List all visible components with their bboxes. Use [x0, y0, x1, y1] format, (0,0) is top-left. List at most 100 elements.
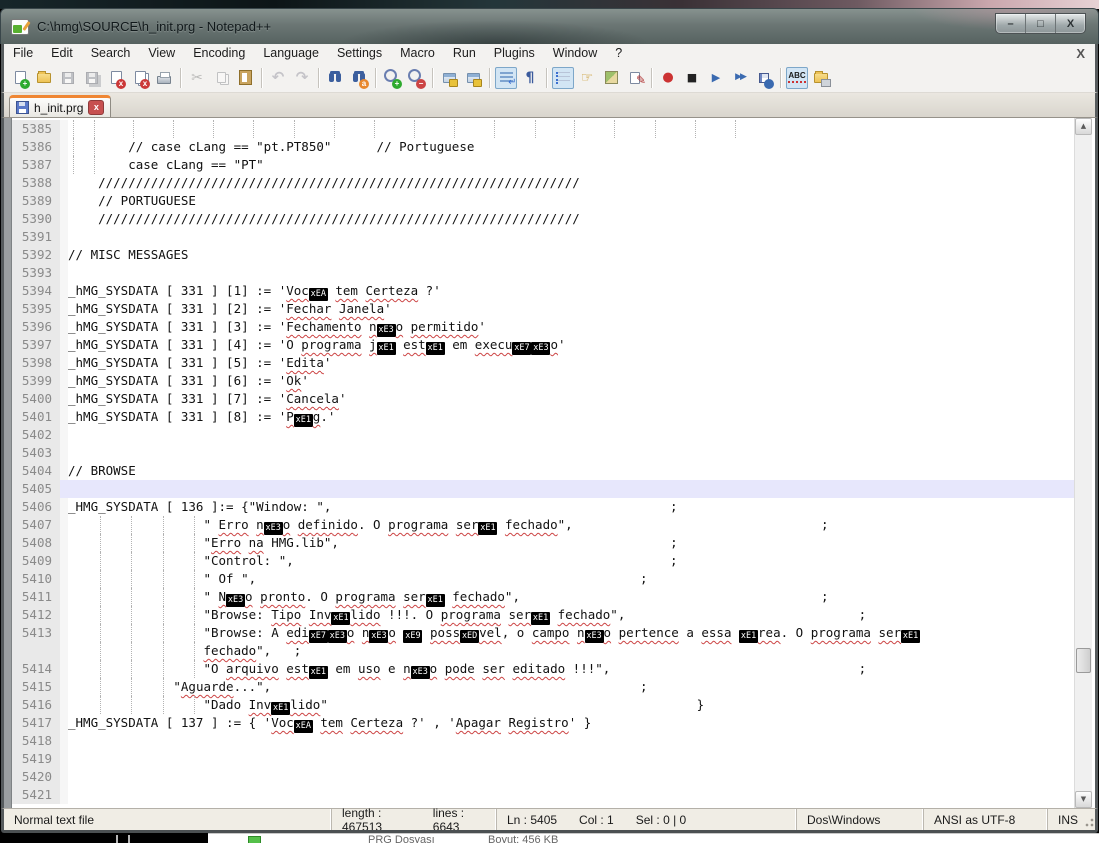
save-all-icon[interactable] [81, 67, 103, 89]
sync-vertical-scroll-icon[interactable] [438, 67, 460, 89]
red-pen-document-icon[interactable]: ✎ [624, 67, 646, 89]
close-button[interactable]: X [1056, 14, 1085, 33]
code-line-text[interactable]: ////////////////////////////////////////… [68, 174, 1078, 192]
code-row[interactable]: 5417_HMG_SYSDATA [ 137 ] := { 'VocxEA te… [12, 714, 1078, 732]
code-line-text[interactable]: "Browse: Tipo InvxE1lido !!!. O programa… [68, 606, 1078, 624]
code-line-text[interactable] [68, 264, 1078, 282]
code-line-text[interactable]: "Control: ", ; [68, 552, 1078, 570]
copy-icon[interactable] [210, 67, 232, 89]
code-line-text[interactable] [68, 228, 1078, 246]
code-line-text[interactable]: _hMG_SYSDATA [ 331 ] [6] := 'Ok' [68, 372, 1078, 390]
menu-item-window[interactable]: Window [544, 44, 606, 63]
code-line-text[interactable] [68, 786, 1078, 804]
macro-play-icon[interactable]: ▶ [705, 67, 727, 89]
code-line-text[interactable]: // case cLang == "pt.PT850" // Portugues… [68, 138, 1078, 156]
code-row[interactable]: 5399_hMG_SYSDATA [ 331 ] [6] := 'Ok' [12, 372, 1078, 390]
menu-item-[interactable]: ? [606, 44, 631, 63]
code-line-text[interactable] [68, 426, 1078, 444]
code-line-text[interactable]: "Dado InvxE1lido" } [68, 696, 1078, 714]
menu-item-run[interactable]: Run [444, 44, 485, 63]
code-row[interactable]: 5397_hMG_SYSDATA [ 331 ] [4] := 'O progr… [12, 336, 1078, 354]
code-row[interactable]: 5408 "Erro na HMG.lib", ; [12, 534, 1078, 552]
menu-item-edit[interactable]: Edit [42, 44, 82, 63]
code-line-text[interactable]: "Aguarde...", ; [68, 678, 1078, 696]
macro-stop-icon[interactable]: ■ [681, 67, 703, 89]
code-row[interactable]: 5416 "Dado InvxE1lido" } [12, 696, 1078, 714]
code-row[interactable]: fechado", ; [12, 642, 1078, 660]
vertical-scrollbar[interactable]: ▲ ▼ [1074, 118, 1092, 808]
code-line-text[interactable]: _hMG_SYSDATA [ 331 ] [2] := 'Fechar Jane… [68, 300, 1078, 318]
macro-save-icon[interactable] [753, 67, 775, 89]
code-row[interactable]: 5402 [12, 426, 1078, 444]
code-row[interactable]: 5396_hMG_SYSDATA [ 331 ] [3] := 'Fechame… [12, 318, 1078, 336]
code-line-text[interactable]: _hMG_SYSDATA [ 331 ] [1] := 'VocxEA tem … [68, 282, 1078, 300]
show-indent-guide-icon[interactable] [552, 67, 574, 89]
code-row[interactable]: 5410 " Of ", ; [12, 570, 1078, 588]
code-row[interactable]: 5392// MISC MESSAGES [12, 246, 1078, 264]
code-line-text[interactable]: fechado", ; [68, 642, 1078, 660]
code-line-text[interactable]: "Erro na HMG.lib", ; [68, 534, 1078, 552]
code-line-text[interactable] [68, 120, 1078, 138]
print-icon[interactable] [153, 67, 175, 89]
menu-item-settings[interactable]: Settings [328, 44, 391, 63]
spell-check-icon[interactable]: ABC [786, 67, 808, 89]
redo-icon[interactable]: ↷ [291, 67, 313, 89]
code-row[interactable]: 5404// BROWSE [12, 462, 1078, 480]
close-file-icon[interactable]: x [105, 67, 127, 89]
code-row[interactable]: 5403 [12, 444, 1078, 462]
code-line-text[interactable]: " Erro nxE3o definido. O programa serxE1… [68, 516, 1078, 534]
menu-item-plugins[interactable]: Plugins [485, 44, 544, 63]
code-row[interactable]: 5390 ///////////////////////////////////… [12, 210, 1078, 228]
scrollbar-thumb[interactable] [1076, 648, 1091, 673]
tab-close-icon[interactable]: x [88, 100, 104, 115]
code-line-text[interactable] [68, 732, 1078, 750]
code-line-text[interactable]: _HMG_SYSDATA [ 137 ] := { 'VocxEA tem Ce… [68, 714, 1078, 732]
word-wrap-icon[interactable] [495, 67, 517, 89]
code-line-text[interactable] [68, 768, 1078, 786]
code-editor[interactable]: 53855386 // case cLang == "pt.PT850" // … [1, 118, 1098, 808]
menu-item-encoding[interactable]: Encoding [184, 44, 254, 63]
code-row-current[interactable]: 5405 [12, 480, 1078, 498]
menu-item-file[interactable]: File [4, 44, 42, 63]
tab-h-init-prg[interactable]: h_init.prg x [9, 95, 111, 117]
code-line-text[interactable]: _hMG_SYSDATA [ 331 ] [7] := 'Cancela' [68, 390, 1078, 408]
code-row[interactable]: 5400_hMG_SYSDATA [ 331 ] [7] := 'Cancela… [12, 390, 1078, 408]
hand-pointer-icon[interactable]: ☞ [576, 67, 598, 89]
code-line-text[interactable] [68, 750, 1078, 768]
menu-item-macro[interactable]: Macro [391, 44, 444, 63]
code-line-text[interactable]: // BROWSE [68, 462, 1078, 480]
code-line-text[interactable] [68, 444, 1078, 462]
code-line-text[interactable]: // PORTUGUESE [68, 192, 1078, 210]
code-line-text[interactable]: _hMG_SYSDATA [ 331 ] [4] := 'O programa … [68, 336, 1078, 354]
code-line-text[interactable]: ////////////////////////////////////////… [68, 210, 1078, 228]
code-line-text[interactable]: _HMG_SYSDATA [ 136 ]:= {"Window: ", ; [68, 498, 1078, 516]
code-line-text[interactable]: // MISC MESSAGES [68, 246, 1078, 264]
code-row[interactable]: 5419 [12, 750, 1078, 768]
show-all-characters-icon[interactable]: ¶ [519, 67, 541, 89]
code-line-text[interactable]: " Of ", ; [68, 570, 1078, 588]
code-row[interactable]: 5387 case cLang == "PT" [12, 156, 1078, 174]
document-close-icon[interactable]: X [1076, 46, 1085, 61]
code-line-text[interactable]: "O arquivo estxE1 em uso e nxE3o pode se… [68, 660, 1078, 678]
code-line-text[interactable]: _hMG_SYSDATA [ 331 ] [3] := 'Fechamento … [68, 318, 1078, 336]
code-line-text[interactable] [68, 480, 1078, 498]
user-defined-dialog-icon[interactable] [600, 67, 622, 89]
code-line-text[interactable]: " NxE3o pronto. O programa serxE1 fechad… [68, 588, 1078, 606]
undo-icon[interactable]: ↶ [267, 67, 289, 89]
code-line-text[interactable]: _hMG_SYSDATA [ 331 ] [8] := 'PxE1g.' [68, 408, 1078, 426]
scroll-down-arrow[interactable]: ▼ [1075, 791, 1092, 808]
code-row[interactable]: 5420 [12, 768, 1078, 786]
zoom-out-icon[interactable]: − [405, 67, 427, 89]
cut-icon[interactable]: ✂ [186, 67, 208, 89]
sync-horizontal-scroll-icon[interactable] [462, 67, 484, 89]
code-row[interactable]: 5385 [12, 120, 1078, 138]
code-row[interactable]: 5418 [12, 732, 1078, 750]
menu-item-language[interactable]: Language [254, 44, 328, 63]
code-row[interactable]: 5393 [12, 264, 1078, 282]
code-row[interactable]: 5414 "O arquivo estxE1 em uso e nxE3o po… [12, 660, 1078, 678]
code-row[interactable]: 5421 [12, 786, 1078, 804]
code-row[interactable]: 5412 "Browse: Tipo InvxE1lido !!!. O pro… [12, 606, 1078, 624]
save-file-icon[interactable] [57, 67, 79, 89]
code-row[interactable]: 5409 "Control: ", ; [12, 552, 1078, 570]
macro-run-multiple-icon[interactable]: ▶▶ [729, 67, 751, 89]
